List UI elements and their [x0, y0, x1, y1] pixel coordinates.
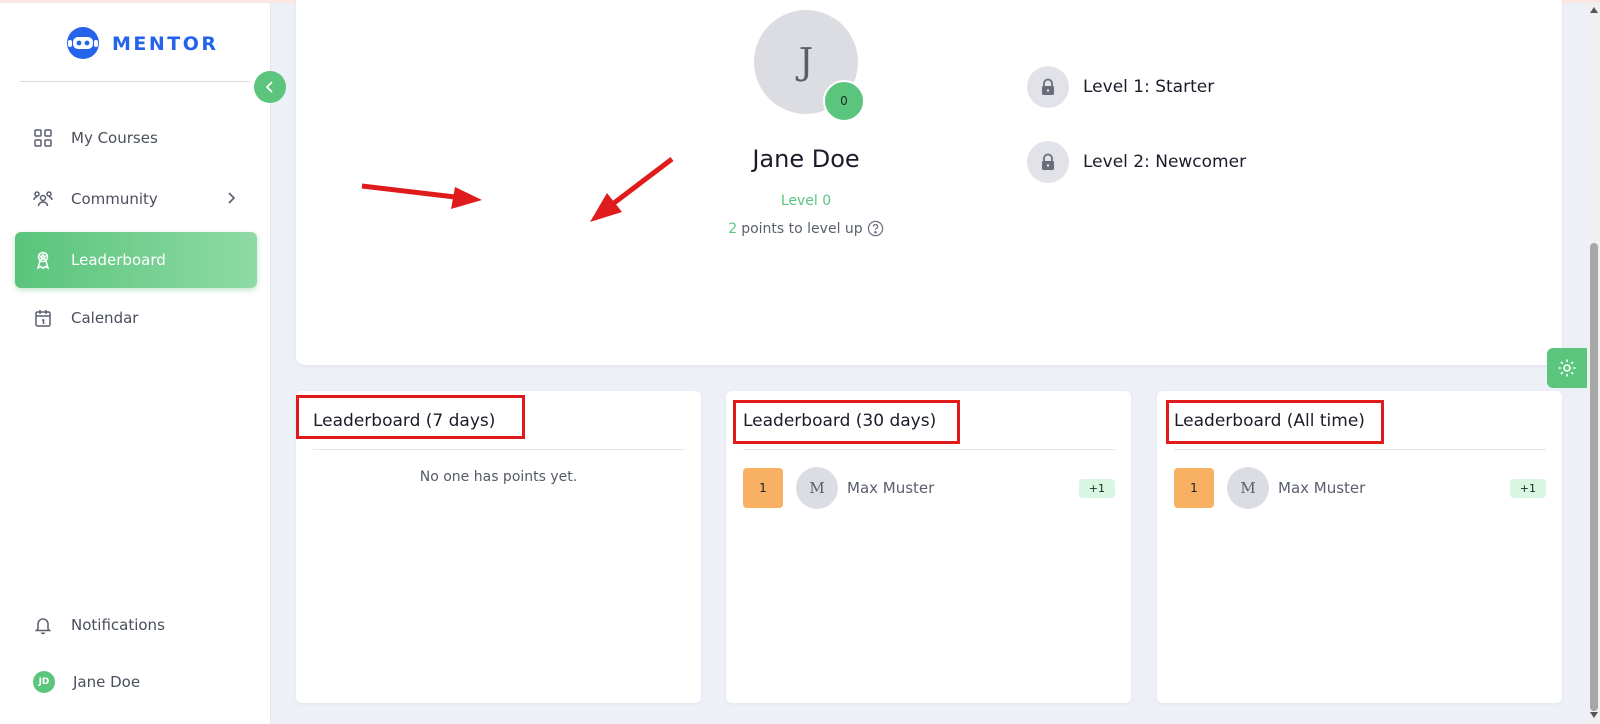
lock-icon [1042, 78, 1054, 95]
chevron-left-icon [265, 81, 273, 93]
level-label: Level 2: Newcomer [1083, 152, 1247, 172]
points-to-level-up: 2 points to level up [706, 220, 906, 237]
sidebar-divider [20, 81, 250, 82]
sidebar-item-community[interactable]: Community [15, 171, 257, 227]
brand-name: MENTOR [112, 33, 219, 55]
notifications-label: Notifications [71, 616, 165, 634]
gear-icon [1558, 359, 1576, 377]
page-scrollbar[interactable] [1588, 3, 1600, 724]
award-icon [36, 251, 50, 270]
member-name: Max Muster [847, 479, 935, 497]
settings-button[interactable] [1547, 348, 1587, 388]
sidebar-item-label: Calendar [71, 309, 139, 327]
robot-logo-icon [67, 27, 99, 59]
profile-card: J 0 Jane Doe Level 0 2 points to level u… [296, 0, 1562, 365]
sidebar-item-leaderboard[interactable]: Leaderboard [15, 232, 257, 288]
lock-icon [1042, 153, 1054, 170]
sidebar-item-label: Leaderboard [71, 251, 166, 269]
sidebar-item-profile[interactable]: JD Jane Doe [15, 654, 257, 710]
points-needed: 2 [728, 220, 738, 237]
leaderboard-card-7-days: Leaderboard (7 days) No one has points y… [296, 391, 701, 703]
points-badge: +1 [1078, 478, 1115, 498]
leaderboard-divider [1174, 449, 1546, 450]
level-label: Level 1: Starter [1083, 77, 1215, 97]
leaderboard-title: Leaderboard (7 days) [313, 411, 496, 431]
sidebar-item-calendar[interactable]: Calendar [15, 290, 257, 346]
level-points-badge: 0 [823, 80, 865, 122]
grid-icon [34, 129, 52, 147]
profile-level: Level 0 [780, 193, 832, 209]
scroll-up-icon[interactable] [1590, 7, 1598, 13]
avatar: M [796, 467, 838, 509]
collapse-sidebar-button[interactable] [254, 71, 286, 103]
users-icon [33, 191, 53, 207]
chevron-right-icon [228, 192, 236, 204]
rank-badge: 1 [1174, 468, 1214, 508]
scroll-down-icon[interactable] [1590, 712, 1598, 718]
brand-logo[interactable]: MENTOR [64, 25, 219, 63]
leaderboard-row[interactable]: 1 M Max Muster +1 [743, 467, 1115, 509]
points-suffix: points to level up [741, 220, 863, 237]
lock-icon-wrap [1027, 141, 1069, 183]
scroll-thumb[interactable] [1590, 243, 1598, 711]
sidebar-item-label: My Courses [71, 129, 158, 147]
leaderboard-card-all-time: Leaderboard (All time) 1 M Max Muster +1 [1157, 391, 1562, 703]
leaderboard-empty-text: No one has points yet. [419, 469, 578, 485]
leaderboard-divider [313, 449, 685, 450]
calendar-icon [35, 310, 51, 327]
sidebar-item-my-courses[interactable]: My Courses [15, 110, 257, 166]
bell-icon [34, 618, 52, 635]
profile-name: Jane Doe [752, 145, 860, 173]
user-avatar: JD [33, 671, 55, 693]
level-item-2: Level 2: Newcomer [1027, 141, 1246, 183]
sidebar-item-notifications[interactable]: Notifications [15, 597, 257, 653]
leaderboard-title: Leaderboard (All time) [1174, 411, 1365, 431]
sidebar: MENTOR My Courses Community Leaderboard … [0, 3, 271, 724]
member-name: Max Muster [1278, 479, 1366, 497]
lock-icon-wrap [1027, 66, 1069, 108]
level-item-1: Level 1: Starter [1027, 66, 1214, 108]
avatar: M [1227, 467, 1269, 509]
leaderboard-divider [743, 449, 1115, 450]
points-badge: +1 [1509, 478, 1546, 498]
user-name-label: Jane Doe [73, 673, 141, 691]
sidebar-item-label: Community [71, 190, 158, 208]
leaderboard-card-30-days: Leaderboard (30 days) 1 M Max Muster +1 [726, 391, 1131, 703]
leaderboard-title: Leaderboard (30 days) [743, 411, 937, 431]
rank-badge: 1 [743, 468, 783, 508]
help-circle-icon[interactable] [867, 220, 884, 237]
leaderboard-row[interactable]: 1 M Max Muster +1 [1174, 467, 1546, 509]
